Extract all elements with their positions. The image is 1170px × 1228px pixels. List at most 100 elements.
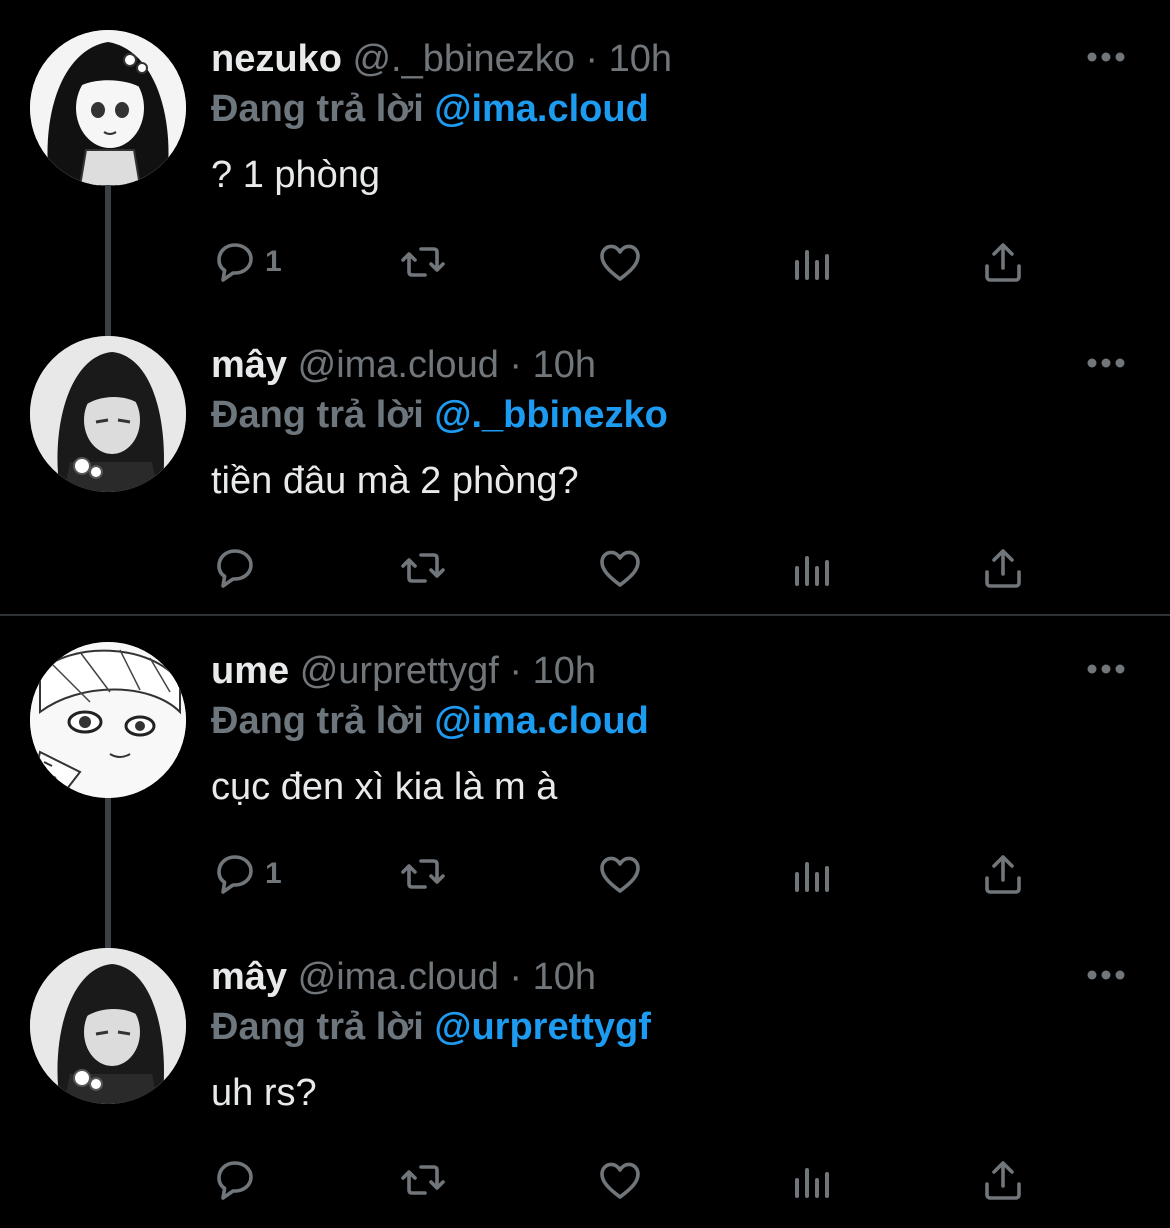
share-icon	[985, 855, 1021, 894]
action-bar: 1	[211, 844, 1111, 904]
display-name[interactable]: mây	[211, 956, 287, 998]
reply-icon	[217, 1161, 253, 1200]
may-avatar-image	[30, 336, 186, 492]
share-button[interactable]	[979, 232, 1027, 292]
analytics-icon	[795, 250, 829, 280]
nezuko-avatar-image	[30, 30, 186, 186]
share-icon	[985, 243, 1021, 282]
reply-icon	[217, 855, 253, 894]
tweet-text: tiền đâu mà 2 phòng?	[211, 460, 579, 502]
reply-icon	[217, 243, 253, 282]
replying-to: Đang trả lời @ima.cloud	[211, 698, 649, 744]
separator-dot: ·	[509, 344, 523, 386]
retweet-button[interactable]	[399, 844, 447, 904]
reply-mention-link[interactable]: @urprettygf	[434, 1006, 651, 1048]
user-handle[interactable]: @urprettygf	[300, 650, 499, 692]
tweet-header: nezuko @._bbinezko · 10h	[211, 36, 672, 82]
like-button[interactable]	[596, 232, 644, 292]
retweet-button[interactable]	[399, 1150, 447, 1210]
retweet-button[interactable]	[399, 232, 447, 292]
user-handle[interactable]: @._bbinezko	[352, 38, 574, 80]
user-handle[interactable]: @ima.cloud	[298, 956, 499, 998]
avatar[interactable]	[30, 30, 186, 186]
action-bar	[211, 538, 1111, 598]
share-button[interactable]	[979, 844, 1027, 904]
tweet[interactable]: mây @ima.cloud · 10h Đang trả lời @._bbi…	[0, 306, 1170, 612]
replying-to: Đang trả lời @urprettygf	[211, 1004, 651, 1050]
tweet[interactable]: ume @urprettygf · 10h Đang trả lời @ima.…	[0, 612, 1170, 948]
replying-to: Đang trả lời @._bbinezko	[211, 392, 668, 438]
more-options-button[interactable]	[1086, 44, 1126, 70]
reply-button[interactable]	[211, 1150, 265, 1210]
replying-to-label: Đang trả lời	[211, 394, 424, 436]
timestamp[interactable]: 10h	[533, 344, 596, 386]
replying-to-label: Đang trả lời	[211, 1006, 424, 1048]
like-button[interactable]	[596, 844, 644, 904]
like-button[interactable]	[596, 1150, 644, 1210]
reply-count: 1	[265, 857, 282, 890]
retweet-icon	[401, 859, 445, 889]
retweet-button[interactable]	[399, 538, 447, 598]
share-button[interactable]	[979, 538, 1027, 598]
share-icon	[985, 549, 1021, 588]
share-icon	[985, 1161, 1021, 1200]
timestamp[interactable]: 10h	[533, 956, 596, 998]
reply-button[interactable]: 1	[211, 232, 282, 292]
action-bar: 1	[211, 232, 1111, 292]
retweet-icon	[401, 1165, 445, 1195]
display-name[interactable]: nezuko	[211, 38, 342, 80]
timestamp[interactable]: 10h	[533, 650, 596, 692]
retweet-icon	[401, 553, 445, 583]
reply-mention-link[interactable]: @ima.cloud	[434, 700, 648, 742]
more-options-button[interactable]	[1086, 962, 1126, 988]
replying-to-label: Đang trả lời	[211, 700, 424, 742]
avatar[interactable]	[30, 336, 186, 492]
replying-to-label: Đang trả lời	[211, 88, 424, 130]
timeline: nezuko @._bbinezko · 10h Đang trả lời @i…	[0, 0, 1170, 1228]
ume-avatar-image	[30, 642, 186, 798]
analytics-button[interactable]	[789, 232, 837, 292]
like-button[interactable]	[596, 538, 644, 598]
reply-button[interactable]	[211, 538, 265, 598]
tweet-header: mây @ima.cloud · 10h	[211, 954, 596, 1000]
reply-mention-link[interactable]: @._bbinezko	[434, 394, 667, 436]
timestamp[interactable]: 10h	[609, 38, 672, 80]
analytics-button[interactable]	[789, 538, 837, 598]
tweet-text: ? 1 phòng	[211, 154, 381, 196]
share-button[interactable]	[979, 1150, 1027, 1210]
separator-dot: ·	[509, 956, 523, 998]
display-name[interactable]: mây	[211, 344, 287, 386]
analytics-button[interactable]	[789, 1150, 837, 1210]
user-handle[interactable]: @ima.cloud	[298, 344, 499, 386]
heart-icon	[600, 550, 640, 587]
more-options-button[interactable]	[1086, 350, 1126, 376]
analytics-icon	[795, 1168, 829, 1198]
tweet-text: cục đen xì kia là m à	[211, 766, 558, 808]
more-options-button[interactable]	[1086, 656, 1126, 682]
avatar[interactable]	[30, 642, 186, 798]
tweet-text: uh rs?	[211, 1072, 317, 1114]
heart-icon	[600, 856, 640, 893]
avatar[interactable]	[30, 948, 186, 1104]
tweet[interactable]: nezuko @._bbinezko · 10h Đang trả lời @i…	[0, 0, 1170, 336]
replying-to: Đang trả lời @ima.cloud	[211, 86, 649, 132]
may-avatar-image	[30, 948, 186, 1104]
more-icon	[1087, 664, 1125, 674]
analytics-icon	[795, 862, 829, 892]
heart-icon	[600, 1162, 640, 1199]
reply-button[interactable]: 1	[211, 844, 282, 904]
heart-icon	[600, 244, 640, 281]
analytics-button[interactable]	[789, 844, 837, 904]
analytics-icon	[795, 556, 829, 586]
display-name[interactable]: ume	[211, 650, 289, 692]
tweet[interactable]: mây @ima.cloud · 10h Đang trả lời @urpre…	[0, 918, 1170, 1224]
separator-dot: ·	[585, 38, 599, 80]
more-icon	[1087, 358, 1125, 368]
retweet-icon	[401, 247, 445, 277]
reply-mention-link[interactable]: @ima.cloud	[434, 88, 648, 130]
tweet-header: mây @ima.cloud · 10h	[211, 342, 596, 388]
more-icon	[1087, 970, 1125, 980]
reply-count: 1	[265, 245, 282, 278]
more-icon	[1087, 52, 1125, 62]
separator-dot: ·	[509, 650, 523, 692]
